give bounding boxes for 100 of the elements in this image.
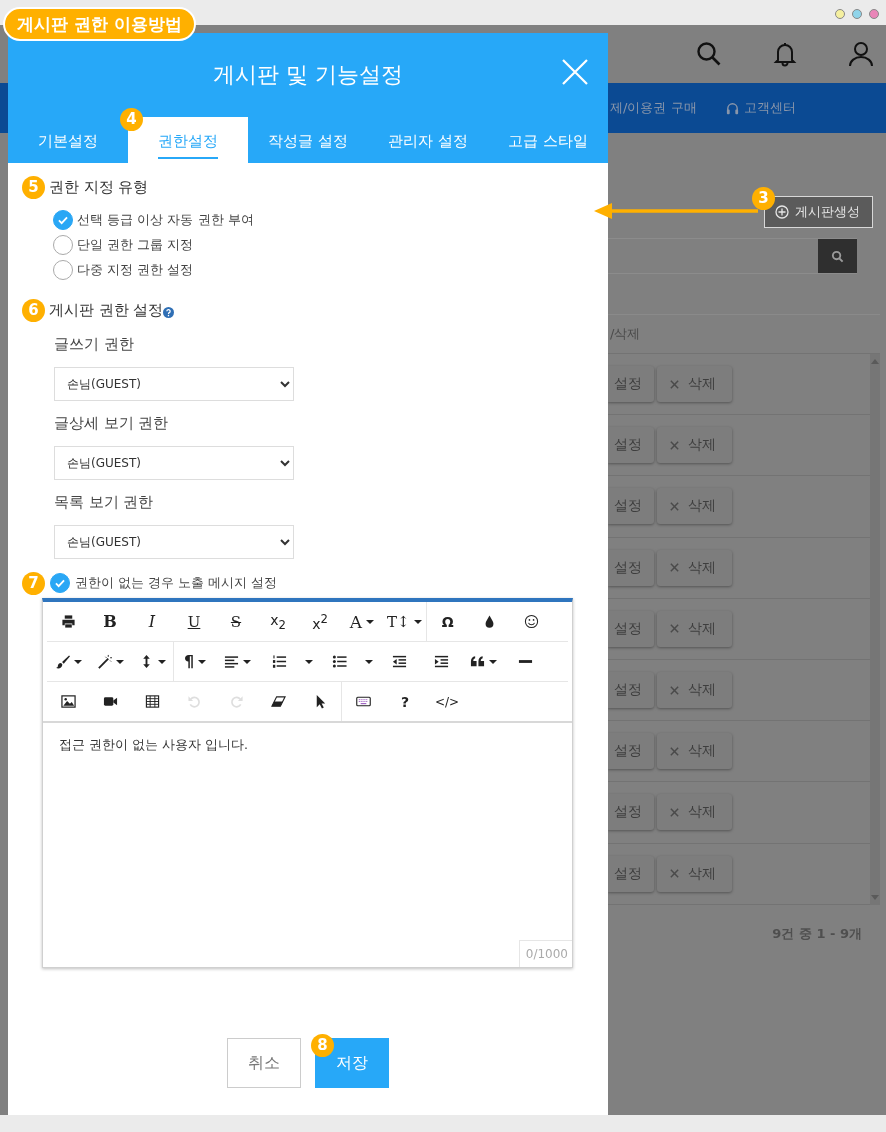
strike-button[interactable]: S [215,605,257,638]
window-dots-icon [834,8,880,20]
delete-button[interactable]: 삭제 [657,672,732,709]
close-button[interactable] [560,57,590,87]
help-button[interactable]: ? [384,685,426,718]
caret-icon [242,659,251,664]
table-icon [144,694,160,709]
magic-wand-icon [96,654,112,669]
step-badge: 4 [120,108,143,131]
eraser-icon [270,694,286,709]
tab[interactable]: 고급 스타일 [488,117,608,163]
radio-button[interactable] [53,234,73,255]
special-button[interactable]: Ω [426,605,469,638]
option-label: 다중 지정 권한 설정 [77,260,194,279]
settings-button[interactable]: 설정 [608,672,654,709]
radio-button[interactable] [53,209,73,230]
settings-button[interactable]: 설정 [608,610,654,647]
bell-icon [772,41,798,67]
settings-button[interactable]: 설정 [608,488,654,525]
settings-button[interactable]: 설정 [608,366,654,403]
close-icon [669,806,680,818]
step-badge: 3 [752,187,775,210]
underline-button[interactable]: U [173,605,215,638]
fontcolor-button[interactable]: A [341,605,383,638]
italic-button[interactable]: I [131,605,173,638]
permission-select[interactable]: 손님(GUEST) [54,446,294,480]
settings-button[interactable]: 설정 [608,794,654,831]
brush-icon [54,654,70,669]
character-counter: 0/1000 [518,940,572,967]
step-badge: 5 [22,175,45,199]
settings-button[interactable]: 설정 [608,549,654,586]
nav-link[interactable]: 고객센터 [743,99,796,117]
search-button[interactable] [818,239,857,273]
subscript-button[interactable]: x$_{2}$ [257,605,299,638]
help-icon [163,306,175,318]
checkbox-label: 권한이 없는 경우 노출 메시지 설정 [75,574,277,592]
permission-select[interactable]: 손님(GUEST) [54,367,294,401]
smiley-icon [524,614,540,629]
bullet-list-icon [331,654,347,669]
tab[interactable]: 작성글 설정 [248,117,368,163]
section-title: 권한 지정 유형 [49,177,149,197]
plus-circle-icon [775,205,789,219]
caret-icon [413,619,422,624]
redo-icon [228,694,244,709]
settings-button[interactable]: 설정 [608,733,654,770]
text-editor[interactable]: B I U S x$_{2}$ x$^{2}$ A T↕ Ω ¶ ? </> 접근 권한이 없는 사용자 입니다. 0/1000 [42,598,573,968]
step-badge: 7 [22,571,45,595]
search-icon [831,249,844,263]
delete-button[interactable]: 삭제 [657,427,732,464]
caret-icon [488,659,497,664]
delete-button[interactable]: 삭제 [657,794,732,831]
settings-button[interactable]: 설정 [608,427,654,464]
delete-button[interactable]: 삭제 [657,488,732,525]
option-label: 선택 등급 이상 자동 권한 부여 [77,210,254,229]
outdent-icon [391,654,407,669]
superscript-button[interactable]: x$^{2}$ [299,605,341,638]
indent-icon [433,654,449,669]
section-title: 게시판 권한 설정 [49,300,164,320]
delete-button[interactable]: 삭제 [657,549,732,586]
delete-button[interactable]: 삭제 [657,733,732,770]
permission-select[interactable]: 손님(GUEST) [54,525,294,559]
numbered-list-icon [271,654,287,669]
guide-title: 게시판 권한 이용방법 [3,7,196,41]
close-icon [560,57,590,87]
scroll-down-icon [871,894,879,901]
settings-button[interactable]: 설정 [608,855,654,892]
tab[interactable]: 관리자 설정 [368,117,488,163]
option-label: 단일 권한 그룹 지정 [77,235,194,254]
radio-button[interactable] [53,259,73,280]
nav-link[interactable]: 제/이용권 구매 [610,99,697,117]
scrollbar[interactable] [870,354,880,905]
caret-icon [366,619,375,624]
scroll-up-icon [871,358,879,364]
close-icon [669,623,680,635]
close-icon [669,868,680,880]
caret-icon [73,659,82,664]
paragraph-button[interactable]: ¶ [174,645,216,678]
image-icon [60,694,76,709]
search-icon [696,41,722,67]
delete-button[interactable]: 삭제 [657,366,732,403]
close-icon [669,378,680,390]
checkbox[interactable] [50,573,70,593]
fontsize-button[interactable]: T↕ [383,605,426,638]
caret-icon [115,659,124,664]
code-button[interactable]: </> [426,685,468,718]
bold-button[interactable]: B [89,605,131,638]
close-icon [669,684,680,696]
caret-icon [305,659,313,664]
editor-text: 접근 권한이 없는 사용자 입니다. [59,737,248,752]
close-icon [669,439,680,451]
close-icon [669,500,680,512]
caret-icon [157,659,166,664]
keyboard-icon [355,694,371,709]
quote-icon [469,654,485,669]
caret-icon [198,659,207,664]
delete-button[interactable]: 삭제 [657,610,732,647]
caret-icon [365,659,373,664]
cancel-button[interactable]: 취소 [227,1038,301,1088]
delete-button[interactable]: 삭제 [657,855,732,892]
field-label: 목록 보기 권한 [54,493,155,512]
